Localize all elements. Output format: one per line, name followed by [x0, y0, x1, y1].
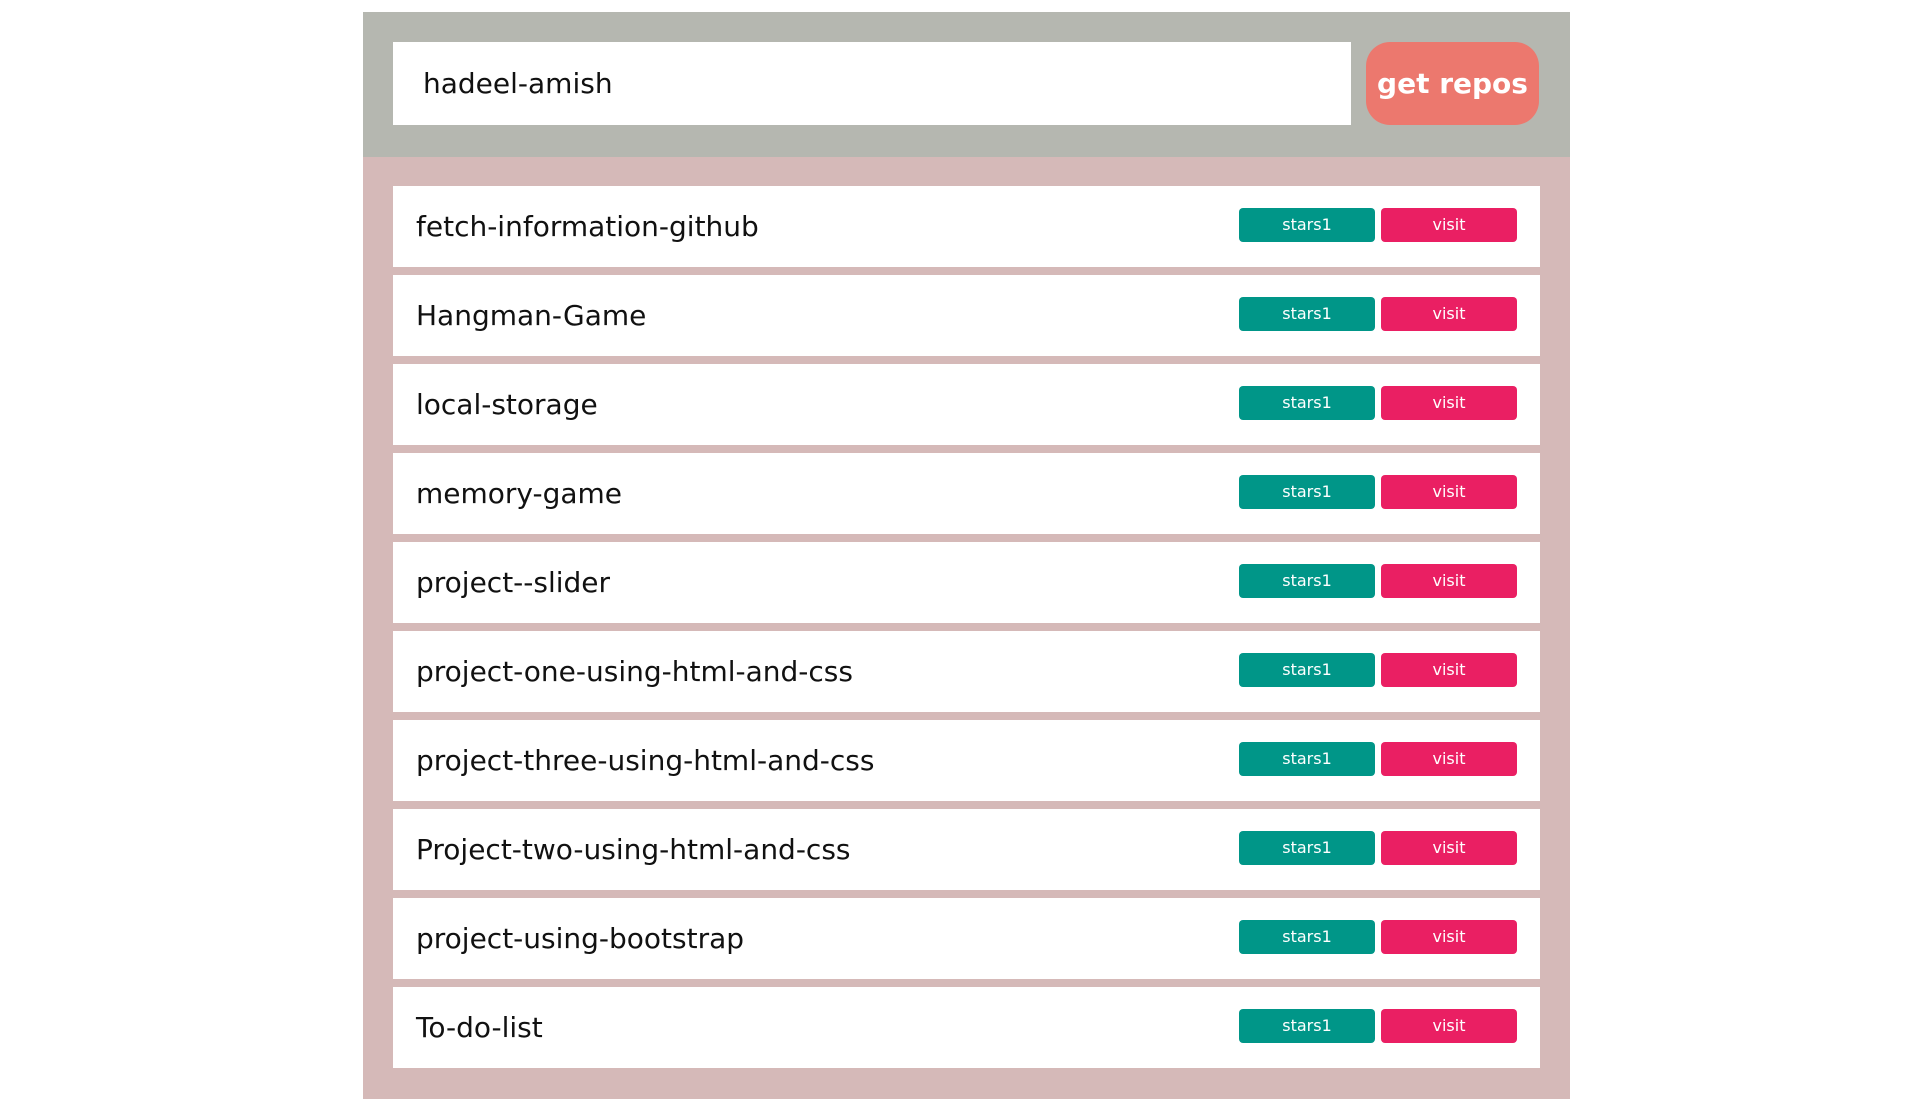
repo-row: project-one-using-html-and-css stars1 vi… [393, 631, 1540, 712]
repo-name: project-one-using-html-and-css [416, 655, 853, 688]
repo-name: local-storage [416, 388, 598, 421]
visit-link[interactable]: visit [1381, 386, 1517, 420]
username-input[interactable] [393, 42, 1351, 125]
visit-link[interactable]: visit [1381, 653, 1517, 687]
search-bar: get repos [363, 12, 1570, 157]
stars-badge: stars1 [1239, 653, 1375, 687]
repo-name: Hangman-Game [416, 299, 647, 332]
repo-name: Project-two-using-html-and-css [416, 833, 851, 866]
repo-row: Project-two-using-html-and-css stars1 vi… [393, 809, 1540, 890]
stars-badge: stars1 [1239, 475, 1375, 509]
stars-badge: stars1 [1239, 1009, 1375, 1043]
repos-app: get repos fetch-information-github stars… [363, 12, 1570, 1099]
stars-badge: stars1 [1239, 920, 1375, 954]
repo-row: project--slider stars1 visit [393, 542, 1540, 623]
repo-row: local-storage stars1 visit [393, 364, 1540, 445]
visit-link[interactable]: visit [1381, 475, 1517, 509]
stars-badge: stars1 [1239, 208, 1375, 242]
repo-row: fetch-information-github stars1 visit [393, 186, 1540, 267]
stars-badge: stars1 [1239, 564, 1375, 598]
repo-name: memory-game [416, 477, 623, 510]
visit-link[interactable]: visit [1381, 1009, 1517, 1043]
repo-row: project-three-using-html-and-css stars1 … [393, 720, 1540, 801]
stars-badge: stars1 [1239, 831, 1375, 865]
visit-link[interactable]: visit [1381, 742, 1517, 776]
repo-row: project-using-bootstrap stars1 visit [393, 898, 1540, 979]
visit-link[interactable]: visit [1381, 831, 1517, 865]
repo-list: fetch-information-github stars1 visit Ha… [393, 186, 1540, 1076]
repo-name: project--slider [416, 566, 611, 599]
stars-badge: stars1 [1239, 297, 1375, 331]
repo-name: To-do-list [416, 1011, 543, 1044]
repo-name: project-using-bootstrap [416, 922, 745, 955]
stars-badge: stars1 [1239, 742, 1375, 776]
visit-link[interactable]: visit [1381, 297, 1517, 331]
visit-link[interactable]: visit [1381, 564, 1517, 598]
repo-name: fetch-information-github [416, 210, 759, 243]
stars-badge: stars1 [1239, 386, 1375, 420]
repo-row: To-do-list stars1 visit [393, 987, 1540, 1068]
repo-row: memory-game stars1 visit [393, 453, 1540, 534]
visit-link[interactable]: visit [1381, 208, 1517, 242]
repo-row: Hangman-Game stars1 visit [393, 275, 1540, 356]
repo-name: project-three-using-html-and-css [416, 744, 875, 777]
get-repos-button[interactable]: get repos [1366, 42, 1539, 125]
visit-link[interactable]: visit [1381, 920, 1517, 954]
